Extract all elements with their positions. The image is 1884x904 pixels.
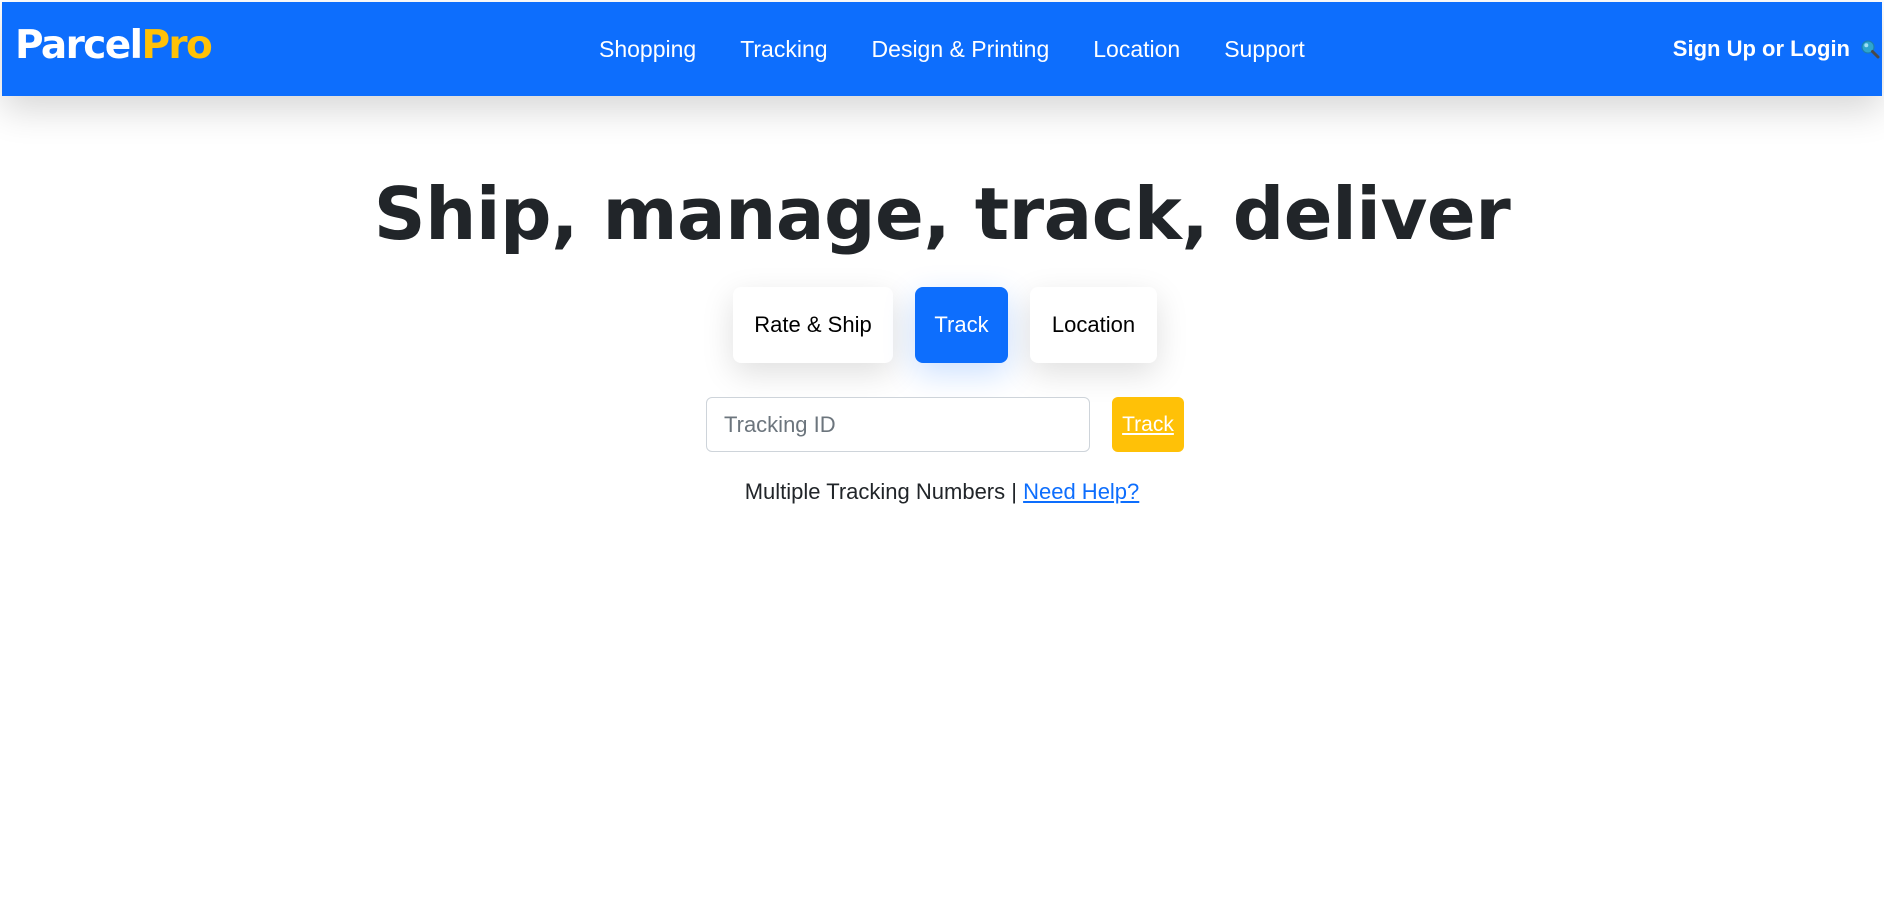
search-icon[interactable] (1860, 39, 1880, 59)
tracking-form: Track (706, 397, 1184, 452)
nav-link-shopping[interactable]: Shopping (599, 34, 718, 64)
nav-link-support[interactable]: Support (1202, 34, 1327, 64)
tab-track[interactable]: Track (915, 287, 1008, 363)
brand-name-accent: Pro (141, 23, 212, 68)
nav-link-location[interactable]: Location (1071, 34, 1202, 64)
nav-right: Sign Up or Login (1673, 2, 1880, 96)
need-help-link[interactable]: Need Help? (1023, 479, 1139, 504)
brand-name: Parcel (15, 23, 143, 68)
tab-rate-ship[interactable]: Rate & Ship (733, 287, 893, 363)
navbar: ParcelPro Shopping Tracking Design & Pri… (2, 2, 1882, 96)
service-tabs: Rate & Ship Track Location (733, 287, 1157, 363)
hero-title: Ship, manage, track, deliver (373, 172, 1511, 256)
nav-link-tracking[interactable]: Tracking (718, 34, 849, 64)
multiple-tracking-text: Multiple Tracking Numbers (744, 479, 1006, 504)
page: ParcelPro Shopping Tracking Design & Pri… (0, 0, 1884, 904)
main-nav: Shopping Tracking Design & Printing Loca… (599, 2, 1327, 96)
tab-location[interactable]: Location (1030, 287, 1157, 363)
nav-link-design-printing[interactable]: Design & Printing (850, 34, 1072, 64)
sign-up-login-link[interactable]: Sign Up or Login (1673, 36, 1850, 62)
brand-logo[interactable]: ParcelPro (15, 22, 213, 70)
tracking-id-input[interactable] (706, 397, 1090, 452)
separator: | (1005, 479, 1024, 504)
track-submit-button[interactable]: Track (1112, 397, 1184, 452)
help-line: Multiple Tracking Numbers | Need Help? (0, 477, 1884, 507)
